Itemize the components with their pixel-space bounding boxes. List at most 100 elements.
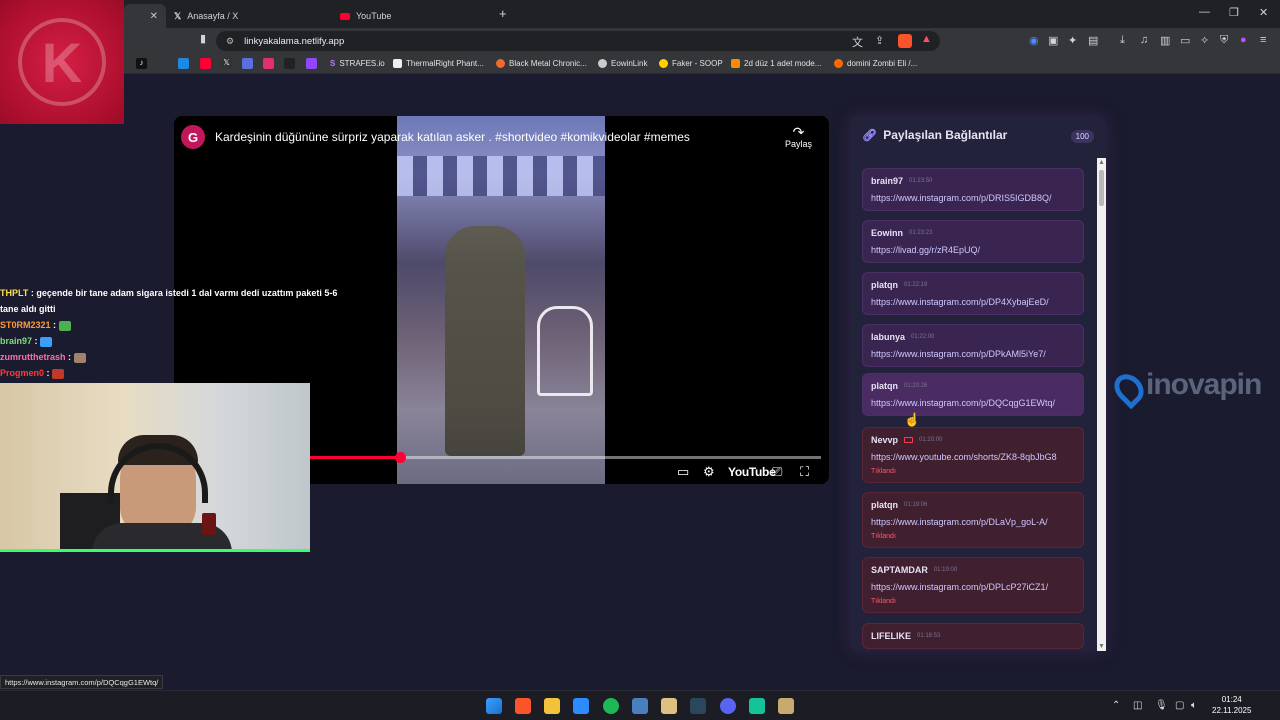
wallet-icon[interactable]: ▭: [1180, 34, 1190, 47]
download-icon[interactable]: ⤓: [1120, 34, 1125, 47]
link-card[interactable]: Eowinn 01:23:23 https://livad.gg/r/zR4EpUQ…: [862, 220, 1084, 263]
tray-app-icon[interactable]: ◫: [1133, 700, 1142, 711]
fullscreen-icon[interactable]: ⛶: [800, 464, 809, 480]
leo-icon[interactable]: ✧: [1200, 34, 1209, 47]
settings-icon[interactable]: ⚙: [703, 464, 715, 480]
bookmark-black-metal[interactable]: Black Metal Chronic...: [496, 59, 587, 68]
tab-youtube[interactable]: YouTube: [332, 4, 492, 28]
bookmark-thermalright[interactable]: ThermalRight Phant...: [393, 59, 484, 68]
puzzle-icon[interactable]: ✦: [1068, 34, 1077, 47]
emote-icon: [52, 368, 65, 379]
translate-icon[interactable]: 文: [852, 34, 863, 50]
scroll-thumb[interactable]: [1099, 170, 1104, 206]
tool-icon[interactable]: [661, 698, 677, 714]
new-tab-button[interactable]: +: [499, 6, 507, 21]
subtitles-icon[interactable]: ▭: [677, 464, 689, 480]
twitch-icon[interactable]: [306, 58, 317, 69]
link-url[interactable]: https://www.youtube.com/shorts/ZK8-8qbJb…: [871, 452, 1075, 462]
progress-knob[interactable]: [395, 452, 406, 463]
windows-start-icon[interactable]: [486, 698, 502, 714]
site-info-icon[interactable]: ⚙: [226, 36, 234, 47]
youtube-bookmark-icon[interactable]: [200, 58, 211, 69]
bookmark-strafes[interactable]: S STRAFES.io: [330, 59, 385, 68]
brave-taskbar-icon[interactable]: [515, 698, 531, 714]
restore-button[interactable]: ❐: [1229, 6, 1239, 19]
bookmark-faker[interactable]: Faker - SOOP: [659, 59, 723, 68]
share-button[interactable]: ↷ Paylaş: [785, 125, 812, 150]
volume-icon[interactable]: 🔈︎: [1191, 700, 1197, 711]
minimize-button[interactable]: —: [1199, 6, 1210, 18]
tab-active[interactable]: ✕: [124, 4, 166, 28]
app-icon[interactable]: [632, 698, 648, 714]
bookmarks-bar: ♪ 𝕏 S STRAFES.io ThermalRight Phant... B…: [0, 54, 1280, 74]
bookmark-icon[interactable]: ▮: [200, 32, 206, 45]
clicked-label: Tıklandı: [871, 468, 896, 475]
shared-links-panel: 🔗︎ Paylaşılan Bağlantılar 100 brain97 01:…: [850, 116, 1106, 651]
brave-rewards-icon[interactable]: ▲: [921, 33, 932, 45]
close-window-button[interactable]: ✕: [1259, 6, 1268, 19]
address-bar[interactable]: ⚙ linkyakalama.netlify.app: [216, 31, 940, 51]
tab-x[interactable]: 𝕏 Anasayfa / X: [166, 4, 326, 28]
link-card[interactable]: brain97 01:23:50 https://www.instagram.com…: [862, 168, 1084, 211]
links-list[interactable]: brain97 01:23:50 https://www.instagram.com…: [862, 168, 1086, 651]
system-clock[interactable]: 01:24 22.11.2025: [1212, 694, 1251, 716]
emote-icon: [40, 336, 53, 347]
tiktok-icon[interactable]: ♪: [136, 58, 147, 69]
vpn-icon[interactable]: ⛨: [1220, 34, 1228, 47]
tab-label: Anasayfa / X: [187, 11, 239, 21]
bookmark-eowinlink[interactable]: EowinLink: [598, 59, 647, 68]
spotify-icon[interactable]: [603, 698, 619, 714]
microphone-icon[interactable]: 🎙︎: [1155, 700, 1168, 711]
link-card[interactable]: platqn 01:19:06 https://www.instagram.com/…: [862, 492, 1084, 548]
profile-icon[interactable]: ●: [1240, 34, 1247, 46]
network-icon[interactable]: ▢: [1175, 700, 1184, 711]
tab-search-icon[interactable]: ▤: [1088, 34, 1098, 47]
bookmark-l-icon[interactable]: [178, 58, 189, 69]
link-url[interactable]: https://www.instagram.com/p/DQCqgG1EWtq/: [871, 398, 1075, 408]
extension-icon[interactable]: ▣: [1048, 34, 1058, 47]
cast-icon[interactable]: ⎚: [772, 464, 782, 480]
brave-shields-icon[interactable]: [898, 34, 912, 48]
link-card[interactable]: labunya 01:22:00 https://www.instagram.com…: [862, 324, 1084, 367]
scrollbar[interactable]: ▲ ▼: [1097, 158, 1106, 651]
link-card[interactable]: SAPTAMDAR 01:19:00 https://www.instagram.c…: [862, 557, 1084, 613]
file-explorer-icon[interactable]: [544, 698, 560, 714]
menu-icon[interactable]: ≡: [1260, 34, 1266, 46]
link-url[interactable]: https://www.instagram.com/p/DP4XybajEeD/: [871, 297, 1075, 307]
channel-avatar[interactable]: G: [181, 125, 205, 149]
link-url[interactable]: https://www.instagram.com/p/DRIS5IGDB8Q/: [871, 193, 1075, 203]
league-icon[interactable]: [778, 698, 794, 714]
link-url[interactable]: https://www.instagram.com/p/DLaVp_goL-A/: [871, 517, 1075, 527]
link-url[interactable]: https://www.instagram.com/p/DPLcP27iCZ1/: [871, 582, 1075, 592]
close-tab-icon[interactable]: ✕: [150, 11, 158, 22]
link-url[interactable]: https://www.instagram.com/p/DPkAMl5iYe7/: [871, 349, 1075, 359]
bookmark-2d[interactable]: 2d düz 1 adet mode...: [731, 59, 821, 68]
youtube-logo[interactable]: YouTube: [728, 465, 776, 479]
x-icon: 𝕏: [174, 10, 182, 21]
tray-expand-icon[interactable]: ⌃: [1112, 700, 1120, 711]
stream-logo: K: [0, 0, 124, 124]
bookmark-domini[interactable]: domini Zombi Eli /...: [834, 59, 917, 68]
sidebar-icon[interactable]: ▥: [1160, 34, 1170, 47]
kr-icon[interactable]: [284, 58, 295, 69]
scroll-down-icon[interactable]: ▼: [1098, 643, 1105, 650]
link-card[interactable]: LIFELIKE 01:18:53: [862, 623, 1084, 649]
scroll-up-icon[interactable]: ▲: [1098, 159, 1105, 166]
link-card[interactable]: platqn 01:20:26 https://www.instagram.com/…: [862, 373, 1084, 416]
link-url[interactable]: https://livad.gg/r/zR4EpUQ/: [871, 245, 1075, 255]
photos-icon[interactable]: [573, 698, 589, 714]
discord-icon[interactable]: [720, 698, 736, 714]
x-bookmark-icon[interactable]: 𝕏: [221, 58, 232, 69]
link-card[interactable]: Nevvp 01:20:00 https://www.youtube.com/sho…: [862, 427, 1084, 483]
audio-icon[interactable]: ◉: [1029, 34, 1039, 47]
discord-bookmark-icon[interactable]: [242, 58, 253, 69]
video-frame[interactable]: [397, 116, 605, 484]
share-icon[interactable]: ⇪: [875, 34, 884, 47]
music-icon[interactable]: ♫: [1140, 34, 1148, 46]
obs-icon[interactable]: [749, 698, 765, 714]
timestamp: 01:20:26: [904, 383, 928, 389]
video-title[interactable]: Kardeşinin düğününe sürpriz yaparak katı…: [215, 130, 690, 144]
instagram-icon[interactable]: [263, 58, 274, 69]
steam-icon[interactable]: [690, 698, 706, 714]
link-card[interactable]: platqn 01:22:19 https://www.instagram.com/…: [862, 272, 1084, 315]
